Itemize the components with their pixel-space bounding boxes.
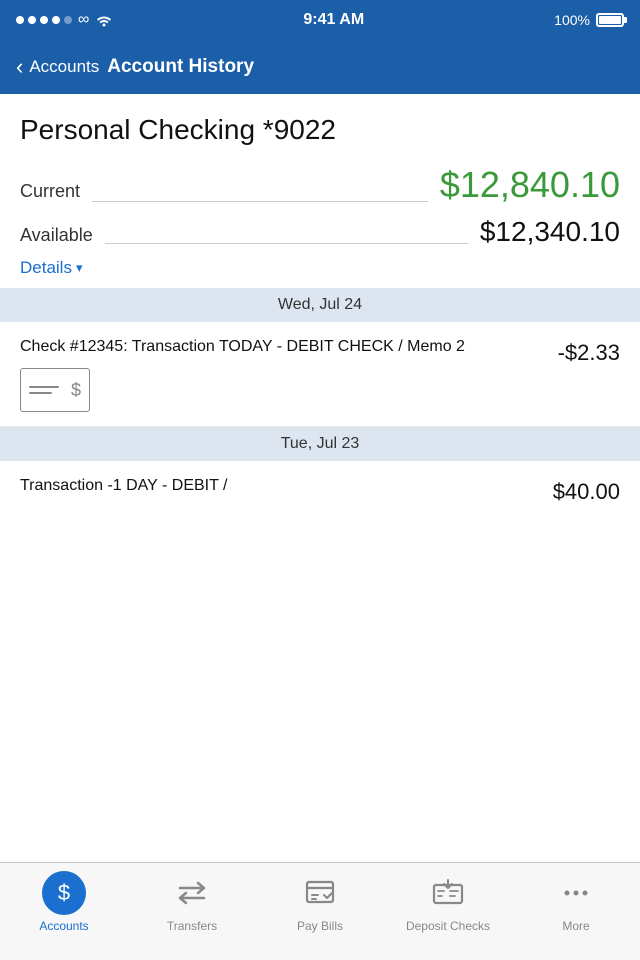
transaction-left-2: Transaction -1 DAY - DEBIT / — [20, 475, 553, 507]
deposit-checks-icon — [430, 875, 466, 911]
status-left: ∞ — [16, 11, 113, 29]
transfers-icon — [174, 875, 210, 911]
tab-transfers[interactable]: Transfers — [128, 871, 256, 933]
section-header-tue: Tue, Jul 23 — [0, 427, 640, 461]
more-tab-label: More — [562, 919, 589, 933]
battery-percent: 100% — [554, 12, 590, 28]
transaction-description-2: Transaction -1 DAY - DEBIT / — [20, 475, 537, 497]
transaction-amount-2: $40.00 — [553, 479, 620, 505]
section-header-wed: Wed, Jul 24 — [0, 288, 640, 322]
transfers-tab-label: Transfers — [167, 919, 217, 933]
back-label: Accounts — [29, 57, 99, 77]
transaction-row-partial[interactable]: Transaction -1 DAY - DEBIT / $40.00 — [0, 461, 640, 521]
more-icon-wrapper — [554, 871, 598, 915]
accounts-tab-label: Accounts — [39, 919, 88, 933]
available-balance: $12,340.10 — [480, 216, 620, 248]
more-icon — [558, 875, 594, 911]
status-bar: ∞ 9:41 AM 100% — [0, 0, 640, 40]
pay-bills-icon — [302, 875, 338, 911]
transaction-row[interactable]: Check #12345: Transaction TODAY - DEBIT … — [0, 322, 640, 427]
pay-bills-icon-wrapper — [298, 871, 342, 915]
transaction-amount: -$2.33 — [558, 340, 620, 366]
current-balance: $12,840.10 — [440, 164, 620, 206]
current-balance-row: Current $12,840.10 — [20, 164, 620, 206]
transaction-left: Check #12345: Transaction TODAY - DEBIT … — [20, 336, 558, 412]
main-content: Personal Checking *9022 Current $12,840.… — [0, 94, 640, 522]
tab-accounts[interactable]: $ Accounts — [0, 871, 128, 933]
tab-more[interactable]: More — [512, 871, 640, 933]
details-label: Details — [20, 258, 72, 278]
wifi-icon: ∞ — [78, 11, 89, 29]
transfers-icon-wrapper — [170, 871, 214, 915]
signal-dots — [16, 16, 72, 24]
status-time: 9:41 AM — [303, 11, 364, 29]
status-right: 100% — [554, 12, 624, 28]
pay-bills-tab-label: Pay Bills — [297, 919, 343, 933]
details-button[interactable]: Details ▾ — [20, 258, 620, 278]
accounts-icon-wrapper: $ — [42, 871, 86, 915]
back-button[interactable]: ‹ Accounts — [16, 56, 99, 78]
transaction-description: Check #12345: Transaction TODAY - DEBIT … — [20, 336, 542, 358]
check-image-icon: $ — [20, 368, 90, 412]
deposit-checks-icon-wrapper — [426, 871, 470, 915]
current-label: Current — [20, 181, 80, 202]
deposit-checks-tab-label: Deposit Checks — [406, 919, 490, 933]
check-lines — [29, 386, 67, 394]
wifi-icon — [95, 13, 113, 27]
available-label: Available — [20, 225, 93, 246]
account-name: Personal Checking *9022 — [20, 114, 620, 146]
battery-icon — [596, 13, 624, 27]
back-chevron-icon: ‹ — [16, 56, 23, 78]
tab-bar: $ Accounts Transfers Pay Bills — [0, 862, 640, 960]
accounts-icon: $ — [42, 871, 86, 915]
account-header: Personal Checking *9022 Current $12,840.… — [0, 94, 640, 288]
available-balance-row: Available $12,340.10 — [20, 216, 620, 248]
nav-bar: ‹ Accounts Account History — [0, 40, 640, 94]
tab-deposit-checks[interactable]: Deposit Checks — [384, 871, 512, 933]
details-chevron-icon: ▾ — [76, 260, 83, 276]
dollar-sign-icon: $ — [71, 380, 81, 401]
balance-divider — [92, 201, 428, 202]
available-divider — [105, 243, 468, 244]
tab-pay-bills[interactable]: Pay Bills — [256, 871, 384, 933]
page-title: Account History — [107, 56, 254, 78]
